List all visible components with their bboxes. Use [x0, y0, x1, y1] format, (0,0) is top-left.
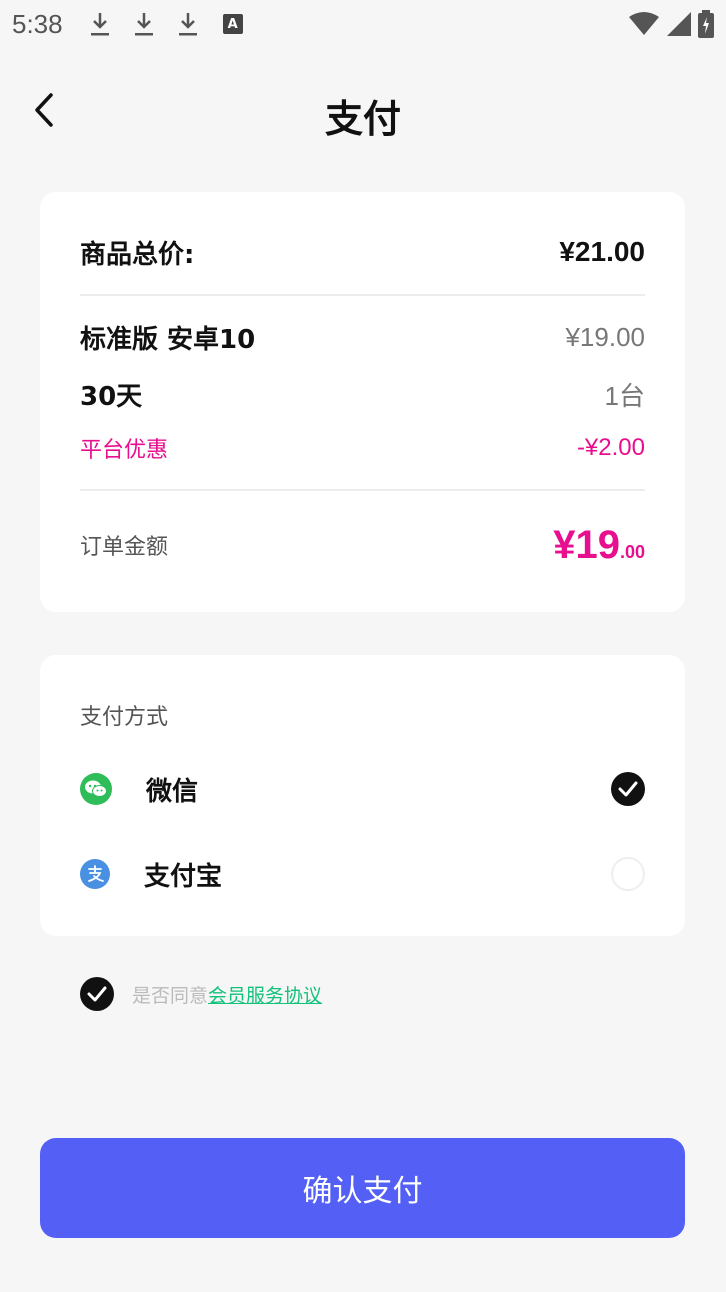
payment-method-card: 支付方式 微信 支付宝: [40, 655, 685, 936]
wifi-icon: [629, 12, 659, 35]
quantity: 1台: [604, 380, 645, 411]
radio-checked[interactable]: [611, 772, 645, 806]
payment-option-wechat[interactable]: 微信: [80, 767, 645, 811]
divider: [80, 489, 645, 491]
download-icon: [177, 10, 199, 38]
page-title: 支付: [324, 97, 401, 141]
product-name: 标准版 安卓10: [80, 324, 256, 355]
check-icon: [87, 986, 107, 1002]
product-price: ¥19.00: [565, 321, 645, 352]
discount-value: -¥2.00: [576, 434, 645, 461]
total-price-label: 商品总价:: [80, 239, 195, 270]
payment-method-title: 支付方式: [80, 705, 169, 730]
duration: 30天: [80, 381, 143, 412]
discount-row: 平台优惠 -¥2.00: [80, 430, 645, 466]
check-icon: [618, 781, 638, 797]
agreement-row: 是否同意 会员服务协议: [80, 976, 322, 1012]
status-indicators: [628, 10, 714, 38]
order-amount-row: 订单金额 ¥19.00: [80, 520, 645, 570]
status-time: 5:38: [12, 8, 63, 39]
confirm-pay-button[interactable]: 确认支付: [40, 1138, 685, 1238]
payment-label-wechat: 微信: [146, 776, 199, 807]
radio-unchecked[interactable]: [611, 857, 645, 891]
total-price-value: ¥21.00: [559, 236, 645, 267]
order-amount-value: ¥19.00: [553, 523, 645, 568]
battery-icon: [698, 10, 714, 38]
order-summary-card: 商品总价: ¥21.00 标准版 安卓10 ¥19.00 30天 1台 平台优惠…: [40, 192, 685, 612]
wechat-icon: [80, 773, 112, 805]
order-amount-cents: .00: [619, 541, 645, 562]
payment-option-alipay[interactable]: 支付宝: [80, 852, 645, 896]
total-price-row: 商品总价: ¥21.00: [80, 232, 645, 272]
divider: [80, 294, 645, 296]
membership-agreement-link[interactable]: 会员服务协议: [208, 981, 322, 1008]
nav-bar: 支付: [0, 70, 726, 150]
alipay-icon: [80, 859, 110, 889]
order-amount-label: 订单金额: [80, 535, 169, 560]
download-icon: [133, 10, 155, 38]
keyboard-a-icon: A: [222, 14, 243, 34]
payment-label-alipay: 支付宝: [144, 861, 223, 892]
discount-label: 平台优惠: [80, 438, 169, 463]
status-bar: 5:38 A: [0, 0, 726, 48]
download-icon: [89, 10, 111, 38]
duration-row: 30天 1台: [80, 374, 645, 414]
agreement-checkbox[interactable]: [80, 977, 114, 1011]
signal-icon: [667, 12, 691, 36]
product-row: 标准版 安卓10 ¥19.00: [80, 317, 645, 357]
order-amount-main: ¥19: [553, 522, 620, 567]
agreement-prefix: 是否同意: [132, 984, 209, 1007]
